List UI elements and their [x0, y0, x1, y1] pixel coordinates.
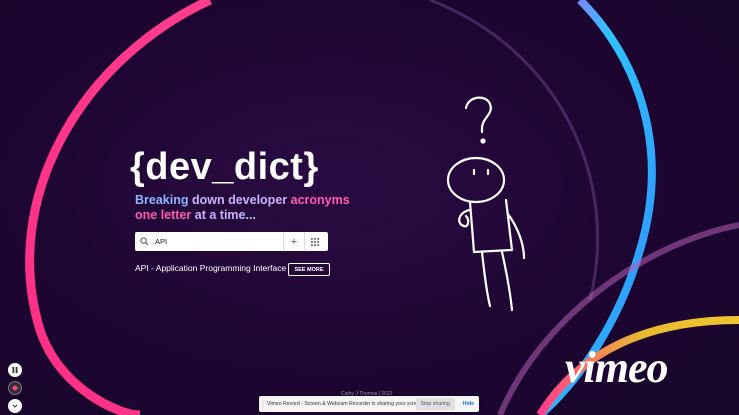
search-result-text: API - Application Programming Interface	[135, 263, 287, 273]
pause-icon	[12, 367, 18, 373]
search-input[interactable]	[153, 233, 283, 250]
recorder-more-button[interactable]	[8, 399, 22, 413]
search-icon	[135, 232, 153, 251]
confused-figure-illustration	[446, 96, 526, 312]
app-logo: {dev_dict}	[130, 146, 319, 188]
tagline-word-2: down developer	[191, 193, 288, 207]
screen-share-bar: ⋮ Vimeo Record - Screen & Webcam Recorde…	[259, 396, 479, 412]
recorder-pause-button[interactable]	[8, 363, 22, 377]
stop-sharing-button[interactable]: Stop sharing	[415, 398, 455, 410]
drag-handle-icon[interactable]: ⋮	[259, 401, 267, 408]
see-more-button[interactable]: SEE MORE	[288, 263, 330, 276]
share-message: Vimeo Record - Screen & Webcam Recorder …	[267, 401, 416, 407]
grid-icon[interactable]	[304, 232, 325, 251]
tagline-word-4: letter	[160, 208, 192, 222]
tagline: Breaking down developer acronyms one let…	[135, 193, 355, 223]
hide-button[interactable]: Hide	[458, 398, 479, 410]
vimeo-watermark: vimeo	[565, 343, 669, 392]
recorder-stop-button[interactable]	[8, 381, 22, 395]
chevron-down-icon	[12, 404, 18, 408]
tagline-word-1: Breaking	[135, 193, 189, 207]
record-icon	[12, 385, 18, 391]
tagline-word-5: at a time...	[194, 208, 256, 222]
faint-arc-1	[429, 0, 599, 301]
search-bar: +	[135, 232, 328, 251]
plus-icon[interactable]: +	[283, 232, 304, 251]
app-stage: {dev_dict} Breaking down developer acron…	[0, 0, 739, 415]
